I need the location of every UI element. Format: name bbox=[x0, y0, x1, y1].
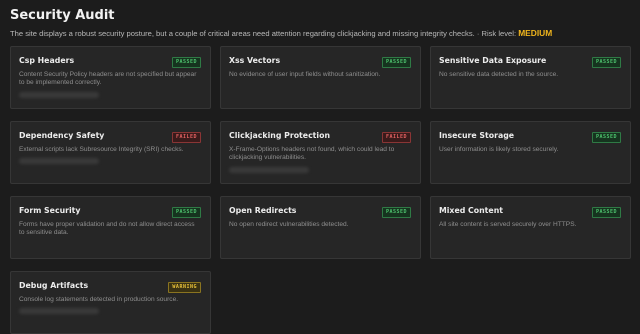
card-description: Forms have proper validation and do not … bbox=[19, 221, 195, 237]
audit-card-clickjacking-protection: Clickjacking Protection FAILED X-Frame-O… bbox=[220, 121, 421, 184]
risk-level-value: MEDIUM bbox=[518, 28, 553, 38]
audit-card-form-security: Form Security PASSED Forms have proper v… bbox=[10, 196, 211, 259]
redacted-detail bbox=[19, 91, 99, 98]
status-badge: PASSED bbox=[171, 207, 201, 218]
card-description: Console log statements detected in produ… bbox=[19, 296, 179, 303]
audit-header: Security Audit The site displays a robus… bbox=[10, 8, 630, 39]
audit-card-csp-headers: Csp Headers PASSED Content Security Poli… bbox=[10, 46, 211, 109]
card-description: Content Security Policy headers are not … bbox=[19, 71, 197, 87]
card-description: No sensitive data detected in the source… bbox=[439, 71, 559, 78]
audit-summary: The site displays a robust security post… bbox=[10, 28, 630, 39]
audit-card-grid: Csp Headers PASSED Content Security Poli… bbox=[10, 46, 631, 334]
audit-card-debug-artifacts: Debug Artifacts WARNING Console log stat… bbox=[10, 271, 211, 334]
audit-card-sensitive-data-exposure: Sensitive Data Exposure PASSED No sensit… bbox=[430, 46, 631, 109]
audit-card-mixed-content: Mixed Content PASSED All site content is… bbox=[430, 196, 631, 259]
status-badge: PASSED bbox=[171, 57, 201, 68]
audit-card-open-redirects: Open Redirects PASSED No open redirect v… bbox=[220, 196, 421, 259]
status-badge: FAILED bbox=[171, 132, 201, 143]
redacted-detail bbox=[19, 308, 99, 315]
audit-card-xss-vectors: Xss Vectors PASSED No evidence of user i… bbox=[220, 46, 421, 109]
status-badge: WARNING bbox=[168, 282, 201, 293]
status-badge: PASSED bbox=[381, 57, 411, 68]
card-description: All site content is served securely over… bbox=[439, 221, 577, 228]
status-badge: PASSED bbox=[381, 207, 411, 218]
redacted-detail bbox=[19, 158, 99, 165]
card-description: User information is likely stored secure… bbox=[439, 146, 559, 153]
card-description: X-Frame-Options headers not found, which… bbox=[229, 146, 395, 162]
audit-card-dependency-safety: Dependency Safety FAILED External script… bbox=[10, 121, 211, 184]
status-badge: PASSED bbox=[591, 132, 621, 143]
status-badge: FAILED bbox=[381, 132, 411, 143]
audit-card-insecure-storage: Insecure Storage PASSED User information… bbox=[430, 121, 631, 184]
card-description: No evidence of user input fields without… bbox=[229, 71, 381, 78]
summary-text: The site displays a robust security post… bbox=[10, 29, 517, 38]
page-title: Security Audit bbox=[10, 8, 115, 23]
status-badge: PASSED bbox=[591, 57, 621, 68]
redacted-detail bbox=[229, 166, 309, 173]
card-description: No open redirect vulnerabilities detecte… bbox=[229, 221, 349, 228]
card-description: External scripts lack Subresource Integr… bbox=[19, 146, 184, 153]
status-badge: PASSED bbox=[591, 207, 621, 218]
